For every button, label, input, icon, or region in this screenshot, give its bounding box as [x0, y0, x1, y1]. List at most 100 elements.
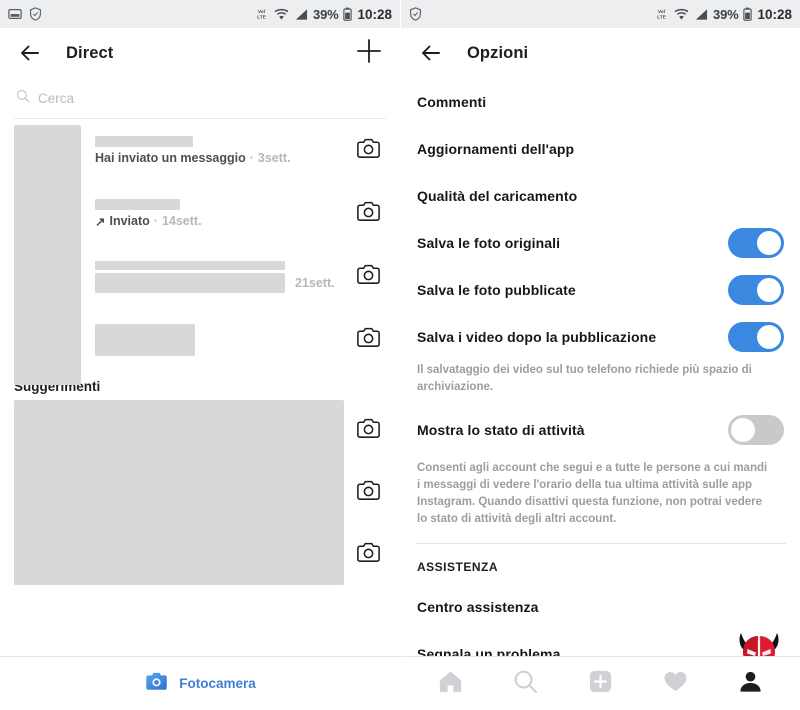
toggle-stato-attivita[interactable]	[728, 415, 784, 445]
option-label: Aggiornamenti dell'app	[417, 140, 575, 157]
option-label: Centro assistenza	[417, 599, 539, 615]
page-title: Direct	[66, 43, 114, 62]
option-segnala-problema[interactable]: Segnala un problema	[401, 629, 800, 656]
search-input-placeholder[interactable]: Cerca	[38, 91, 74, 106]
camera-icon[interactable]	[355, 261, 382, 293]
option-commenti[interactable]: Commenti	[401, 78, 800, 125]
wifi-icon	[274, 8, 289, 21]
redacted-username	[95, 198, 180, 210]
option-centro-assistenza[interactable]: Centro assistenza	[401, 584, 800, 631]
back-arrow-icon[interactable]	[419, 41, 443, 65]
thread-preview: 21sett.	[95, 272, 355, 293]
option-label: Salva le foto pubblicate	[417, 281, 576, 298]
section-heading-assistenza: ASSISTENZA	[417, 559, 499, 574]
options-list: Commenti Aggiornamenti dell'app Qualità …	[401, 78, 800, 656]
thread-preview-text: Hai inviato un messaggio	[95, 151, 246, 165]
redacted-avatar-column	[14, 125, 81, 385]
battery-percent: 39%	[713, 6, 739, 22]
camera-icon[interactable]	[355, 415, 382, 447]
thread-time: 21sett.	[295, 275, 335, 290]
status-bar-left: Vol LTE 39% 10:28	[0, 0, 400, 28]
svg-text:Vol: Vol	[258, 9, 265, 15]
option-label: Qualità del caricamento	[417, 187, 578, 204]
camera-label: Fotocamera	[179, 676, 256, 691]
option-salva-video[interactable]: Salva i video dopo la pubblicazione	[401, 313, 800, 360]
option-label: Commenti	[417, 93, 487, 110]
heart-icon[interactable]	[662, 668, 689, 700]
toggle-salva-foto-pubblicate[interactable]	[728, 274, 784, 305]
thread-preview-text: Inviato	[109, 214, 150, 228]
redacted-username	[95, 260, 285, 270]
phone-screen-options: Vol LTE 39% 10:28 Opzioni Commenti Aggio…	[400, 0, 800, 710]
thread-dot: ·	[153, 214, 158, 228]
phone-screen-direct: Vol LTE 39% 10:28 Direct Cerca Hai invia…	[0, 0, 400, 710]
list-item[interactable]	[0, 400, 400, 462]
thread-preview: ↗ Inviato · 14sett.	[95, 214, 355, 229]
signal-icon	[694, 8, 708, 21]
status-icons-right: Vol LTE 39% 10:28	[254, 7, 392, 22]
add-post-icon[interactable]	[587, 668, 614, 700]
option-salva-foto-originali[interactable]: Salva le foto originali	[401, 219, 800, 266]
toggle-salva-foto-originali[interactable]	[728, 227, 784, 258]
search-icon[interactable]	[512, 668, 539, 700]
camera-icon[interactable]	[355, 198, 382, 230]
screenshot-icon	[8, 7, 22, 21]
option-label: Segnala un problema	[417, 646, 561, 656]
camera-icon[interactable]	[355, 135, 382, 167]
camera-filled-icon	[144, 669, 169, 699]
battery-icon	[343, 7, 353, 21]
suggestions-list	[0, 400, 400, 590]
app-bar-options: Opzioni	[401, 28, 800, 78]
shield-icon	[29, 7, 42, 21]
option-stato-attivita[interactable]: Mostra lo stato di attività	[401, 407, 800, 454]
thread-list: Hai inviato un messaggio · 3sett. ↗ Invi…	[0, 119, 400, 385]
option-qualita-caricamento[interactable]: Qualità del caricamento	[401, 172, 800, 219]
new-message-plus-icon[interactable]	[356, 38, 382, 69]
shield-icon	[409, 7, 422, 21]
thread-time: 3sett.	[257, 151, 291, 165]
battery-icon	[743, 7, 753, 21]
wifi-icon	[674, 8, 689, 21]
toggle-knob	[757, 277, 781, 302]
search-bar[interactable]: Cerca	[0, 78, 400, 118]
home-icon[interactable]	[437, 668, 464, 700]
bottom-navigation	[401, 656, 800, 710]
activity-helper-text: Consenti agli account che segui e a tutt…	[417, 461, 768, 526]
back-arrow-icon[interactable]	[18, 41, 42, 65]
thread-dot: ·	[249, 151, 254, 165]
dual-screenshot: Vol LTE 39% 10:28 Direct Cerca Hai invia…	[0, 0, 800, 710]
option-aggiornamenti-app[interactable]: Aggiornamenti dell'app	[401, 125, 800, 172]
volte-icon: Vol LTE	[254, 7, 269, 21]
svg-text:LTE: LTE	[257, 15, 267, 21]
sent-arrow-icon: ↗	[95, 214, 106, 229]
toggle-knob	[757, 324, 781, 349]
svg-text:Vol: Vol	[658, 9, 665, 15]
camera-icon[interactable]	[355, 477, 382, 509]
devil-mask-logo	[734, 629, 784, 656]
toggle-salva-video[interactable]	[728, 321, 784, 352]
signal-icon	[294, 8, 308, 21]
toggle-knob	[731, 418, 755, 442]
redacted-preview	[95, 323, 195, 356]
search-icon	[16, 89, 30, 108]
app-bar-direct: Direct	[0, 28, 400, 78]
status-icons-right: Vol LTE 39% 10:28	[654, 7, 792, 22]
list-item[interactable]	[0, 462, 400, 524]
list-item[interactable]	[0, 524, 400, 586]
status-icons-left	[409, 7, 422, 21]
clock: 10:28	[357, 6, 392, 22]
status-bar-right: Vol LTE 39% 10:28	[401, 0, 800, 28]
camera-icon[interactable]	[355, 324, 382, 356]
volte-icon: Vol LTE	[654, 7, 669, 21]
thread-preview: Hai inviato un messaggio · 3sett.	[95, 151, 355, 165]
battery-percent: 39%	[313, 6, 339, 22]
bottom-bar-camera[interactable]: Fotocamera	[0, 656, 400, 710]
option-label: Mostra lo stato di attività	[417, 422, 585, 438]
option-label: Salva le foto originali	[417, 234, 561, 251]
option-label: Salva i video dopo la pubblicazione	[417, 328, 657, 345]
profile-icon[interactable]	[737, 668, 764, 700]
video-helper-text: Il salvataggio dei video sul tuo telefon…	[417, 364, 752, 394]
redacted-preview	[95, 272, 285, 293]
camera-icon[interactable]	[355, 539, 382, 571]
option-salva-foto-pubblicate[interactable]: Salva le foto pubblicate	[401, 266, 800, 313]
